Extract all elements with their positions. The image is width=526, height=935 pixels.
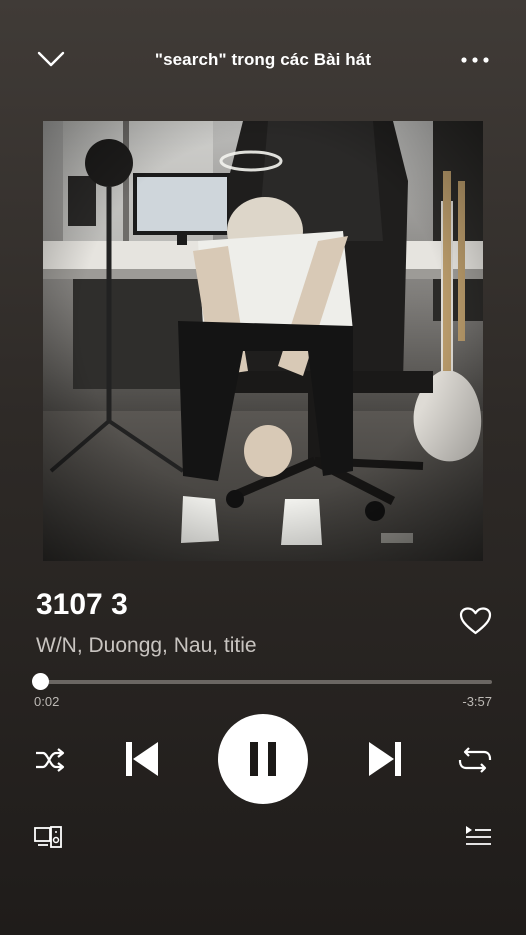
pause-button[interactable] xyxy=(218,714,308,804)
playing-from-title: "search" trong các Bài hát xyxy=(154,50,372,69)
chevron-down-icon[interactable] xyxy=(36,48,66,70)
track-title: 3107 3 xyxy=(36,588,128,621)
devices-icon[interactable] xyxy=(34,826,62,848)
skip-previous-icon[interactable] xyxy=(124,741,160,777)
more-horizontal-icon[interactable] xyxy=(460,50,490,70)
repeat-icon[interactable] xyxy=(458,746,492,774)
elapsed-time: 0:02 xyxy=(34,694,60,709)
pause-icon xyxy=(250,742,276,776)
progress-scrubber[interactable] xyxy=(31,673,49,690)
album-art xyxy=(43,121,483,561)
queue-icon[interactable] xyxy=(464,825,492,847)
player-header: "search" trong các Bài hát xyxy=(0,40,526,80)
shuffle-icon[interactable] xyxy=(34,747,66,773)
heart-icon[interactable] xyxy=(459,606,492,636)
progress-bar[interactable] xyxy=(31,673,492,690)
remaining-time: -3:57 xyxy=(462,694,492,709)
track-artists[interactable]: W/N, Duongg, Nau, titie xyxy=(36,634,257,658)
skip-next-icon[interactable] xyxy=(367,741,403,777)
